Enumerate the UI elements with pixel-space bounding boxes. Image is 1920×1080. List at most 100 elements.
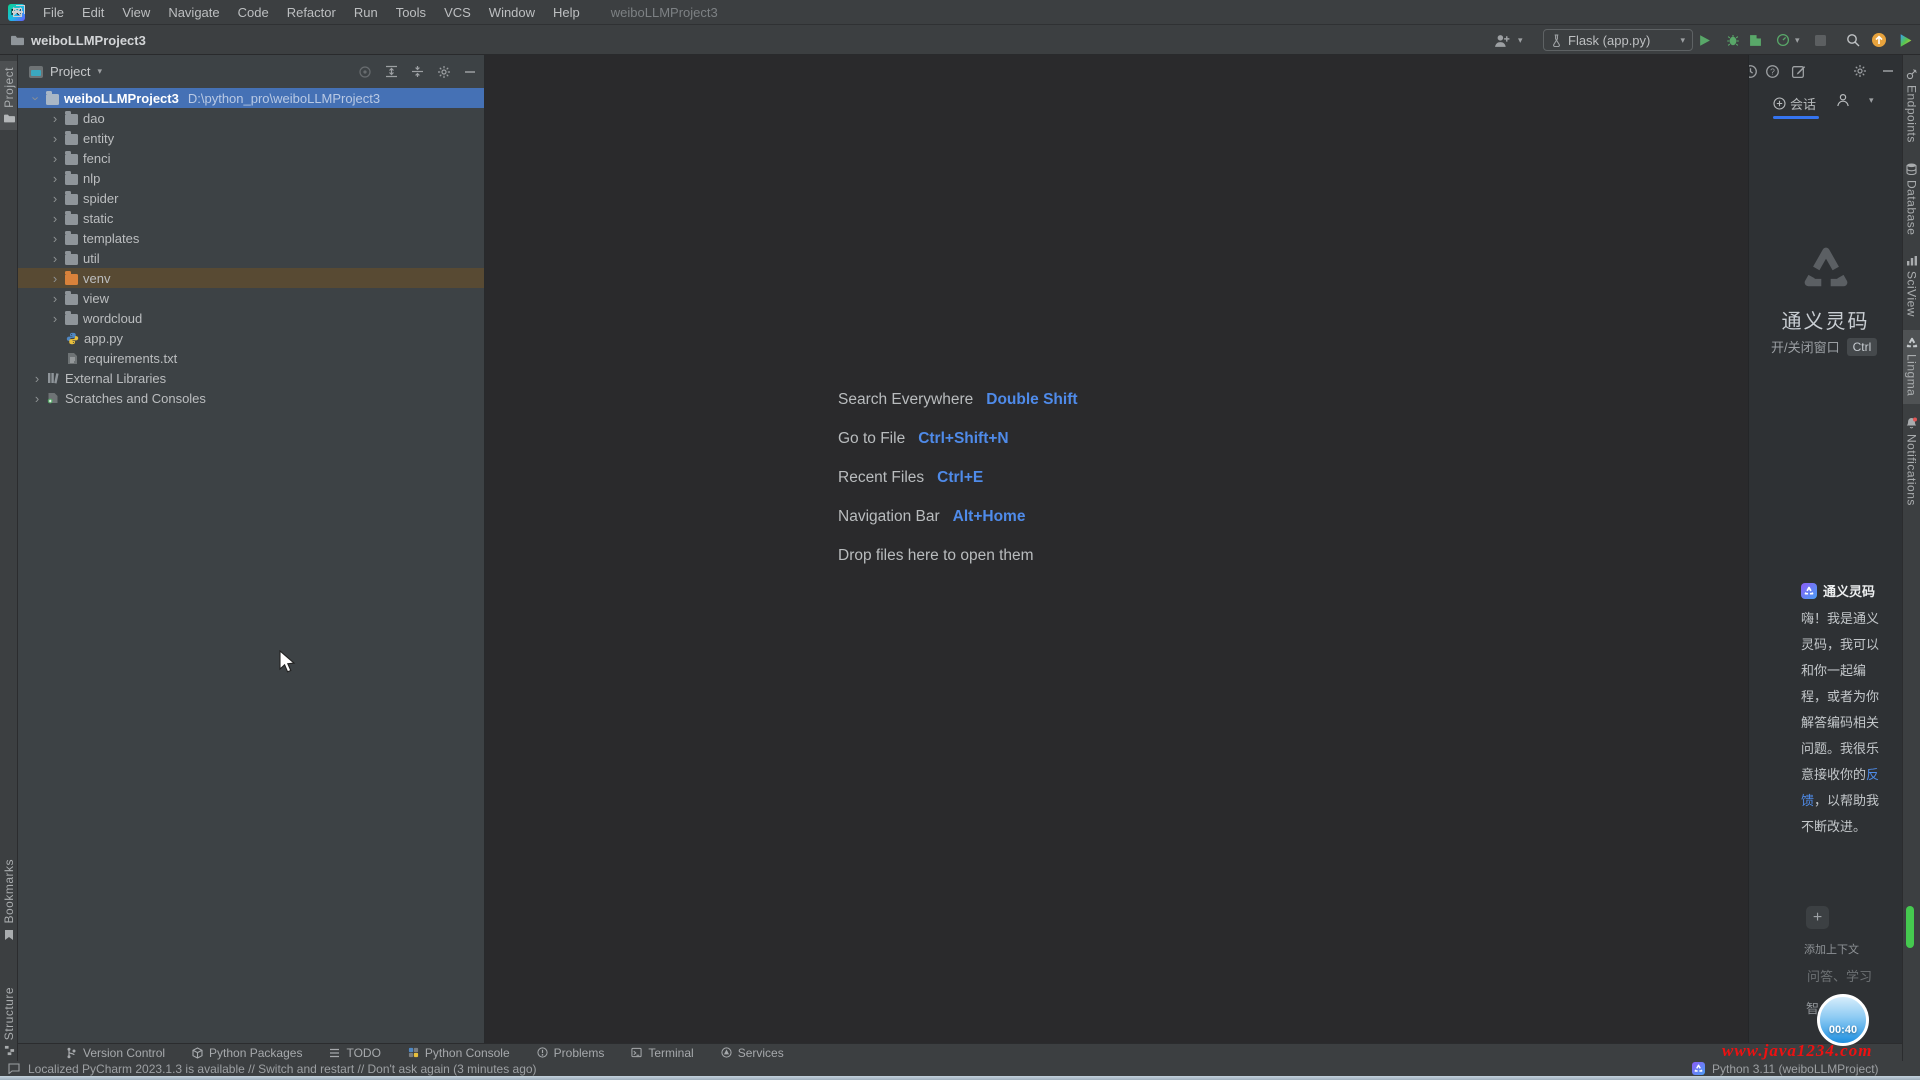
- tree-row-nlp[interactable]: ›nlp: [18, 168, 484, 188]
- run-button[interactable]: [1698, 29, 1711, 51]
- menu-item-vcs[interactable]: VCS: [435, 0, 480, 25]
- tree-row-venv[interactable]: ›venv: [18, 268, 484, 288]
- menu-item-window[interactable]: Window: [480, 0, 544, 25]
- chevron-down-icon[interactable]: ›: [29, 90, 44, 106]
- main-toolbar: weiboLLMProject3 ▾ Flask (app.py) ▾ ▾: [0, 25, 1920, 55]
- code-with-me-caret-icon[interactable]: ▾: [1518, 29, 1523, 51]
- tree-row-wordcloud[interactable]: ›wordcloud: [18, 308, 484, 328]
- tree-row-dao[interactable]: ›dao: [18, 108, 484, 128]
- toolwindow-version-control[interactable]: Version Control: [66, 1046, 165, 1060]
- tree-row-static[interactable]: ›static: [18, 208, 484, 228]
- stripe-sciview-button[interactable]: SciView: [1903, 248, 1920, 324]
- project-widget[interactable]: weiboLLMProject3: [10, 25, 146, 55]
- debug-button[interactable]: [1726, 29, 1740, 51]
- account-icon[interactable]: [1835, 92, 1851, 108]
- stripe-endpoints-button[interactable]: Endpoints: [1903, 61, 1920, 150]
- project-view-caret-icon[interactable]: ▾: [97, 66, 102, 77]
- chevron-right-icon[interactable]: ›: [47, 231, 63, 246]
- interpreter-widget[interactable]: Python 3.11 (weiboLLMProject): [1692, 1061, 1879, 1076]
- tree-row-view[interactable]: ›view: [18, 288, 484, 308]
- chevron-right-icon[interactable]: ›: [29, 391, 45, 406]
- menu-item-tools[interactable]: Tools: [387, 0, 435, 25]
- add-context-button[interactable]: +: [1806, 906, 1829, 929]
- tree-row-templates[interactable]: ›templates: [18, 228, 484, 248]
- shortcut-search-everywhere: Search Everywhere Double Shift: [838, 388, 1078, 412]
- menu-item-view[interactable]: View: [113, 0, 159, 25]
- stripe-structure-button[interactable]: Structure: [0, 981, 18, 1061]
- tree-row-scratches[interactable]: › Scratches and Consoles: [18, 388, 484, 408]
- close-button[interactable]: ✕: [0, 0, 34, 24]
- menu-item-edit[interactable]: Edit: [73, 0, 113, 25]
- expand-all-icon[interactable]: [385, 65, 398, 78]
- profiler-button[interactable]: [1776, 29, 1790, 51]
- chevron-right-icon[interactable]: ›: [47, 111, 63, 126]
- tree-row-fenci[interactable]: › fenci: [18, 148, 484, 168]
- status-message[interactable]: Localized PyCharm 2023.1.3 is available …: [0, 1062, 537, 1076]
- chevron-right-icon[interactable]: ›: [47, 211, 63, 226]
- tree-row-requirements-txt[interactable]: requirements.txt: [18, 348, 484, 368]
- toolwindow-python-console[interactable]: Python Console: [408, 1046, 510, 1060]
- chevron-right-icon[interactable]: ›: [29, 371, 45, 386]
- stripe-database-button[interactable]: Database: [1903, 156, 1920, 242]
- tree-row-app-py[interactable]: app.py: [18, 328, 484, 348]
- hide-lingma-icon[interactable]: [1879, 62, 1897, 80]
- drop-hint-label: Drop files here to open them: [838, 547, 1034, 565]
- hide-panel-icon[interactable]: [464, 66, 476, 78]
- collapse-all-icon[interactable]: [411, 65, 424, 78]
- chevron-right-icon[interactable]: ›: [47, 251, 63, 266]
- locate-file-icon[interactable]: [358, 65, 372, 79]
- tree-root-path: D:\python_pro\weiboLLMProject3: [188, 91, 380, 106]
- chevron-right-icon[interactable]: ›: [47, 131, 63, 146]
- interpreter-label: Python 3.11 (weiboLLMProject): [1712, 1062, 1879, 1076]
- stripe-project-button[interactable]: Project: [0, 61, 18, 130]
- tree-row-spider[interactable]: ›spider: [18, 188, 484, 208]
- toolwindow-python-packages[interactable]: Python Packages: [192, 1046, 302, 1060]
- update-available-icon[interactable]: [1871, 29, 1887, 51]
- lingma-session-tab[interactable]: 会话: [1773, 91, 1816, 115]
- toolwindow-todo[interactable]: TODO: [329, 1046, 380, 1060]
- lingma-welcome: 通义灵码: [1749, 243, 1902, 334]
- tree-row-root[interactable]: › weiboLLMProject3 D:\python_pro\weiboLL…: [18, 88, 484, 108]
- tree-row-external-libraries[interactable]: › External Libraries: [18, 368, 484, 388]
- menu-item-code[interactable]: Code: [229, 0, 278, 25]
- chat-input-placeholder[interactable]: 问答、学习: [1807, 966, 1872, 985]
- profiler-caret-icon[interactable]: ▾: [1795, 29, 1800, 51]
- chevron-right-icon[interactable]: ›: [47, 171, 63, 186]
- new-session-plus-icon: [1773, 97, 1786, 110]
- chevron-right-icon[interactable]: ›: [47, 191, 63, 206]
- stripe-notifications-button[interactable]: Notifications: [1903, 410, 1920, 513]
- menu-item-help[interactable]: Help: [544, 0, 589, 25]
- shortcut-keys: Alt+Home: [953, 508, 1026, 526]
- history-icon[interactable]: [1748, 62, 1759, 80]
- toolwindow-terminal[interactable]: Terminal: [631, 1046, 693, 1060]
- menu-item-run[interactable]: Run: [345, 0, 387, 25]
- lingma-stripe-icon: [1906, 337, 1918, 349]
- menu-item-navigate[interactable]: Navigate: [159, 0, 228, 25]
- stripe-lingma-button[interactable]: Lingma: [1903, 330, 1920, 403]
- toolwindow-services[interactable]: Services: [721, 1046, 784, 1060]
- tree-row-util[interactable]: ›util: [18, 248, 484, 268]
- tree-item-label: fenci: [83, 151, 110, 166]
- lingma-tab-row: 会话 ▾: [1749, 89, 1902, 119]
- code-with-me-button[interactable]: [1494, 29, 1511, 51]
- run-configuration-select[interactable]: Flask (app.py) ▾: [1543, 29, 1693, 51]
- search-everywhere-icon[interactable]: [1846, 29, 1860, 51]
- menu-item-file[interactable]: File: [34, 0, 73, 25]
- account-caret-icon[interactable]: ▾: [1869, 95, 1874, 106]
- stripe-bookmarks-button[interactable]: Bookmarks: [0, 853, 18, 947]
- tree-row-entity[interactable]: ›entity: [18, 128, 484, 148]
- chevron-right-icon[interactable]: ›: [47, 271, 63, 286]
- new-chat-icon[interactable]: [1789, 62, 1807, 80]
- run-with-coverage-button[interactable]: [1749, 29, 1762, 51]
- help-icon[interactable]: ?: [1763, 62, 1781, 80]
- chevron-right-icon[interactable]: ›: [47, 151, 63, 166]
- screen-recorder-timer[interactable]: 00:40: [1817, 994, 1869, 1046]
- menu-item-refactor[interactable]: Refactor: [278, 0, 345, 25]
- project-stripe-folder-icon: [3, 113, 16, 124]
- plugin-play-icon[interactable]: [1898, 29, 1913, 51]
- toolwindow-problems[interactable]: Problems: [537, 1046, 605, 1060]
- panel-settings-gear-icon[interactable]: [437, 65, 451, 79]
- chevron-right-icon[interactable]: ›: [47, 291, 63, 306]
- chevron-right-icon[interactable]: ›: [47, 311, 63, 326]
- lingma-settings-gear-icon[interactable]: [1851, 62, 1869, 80]
